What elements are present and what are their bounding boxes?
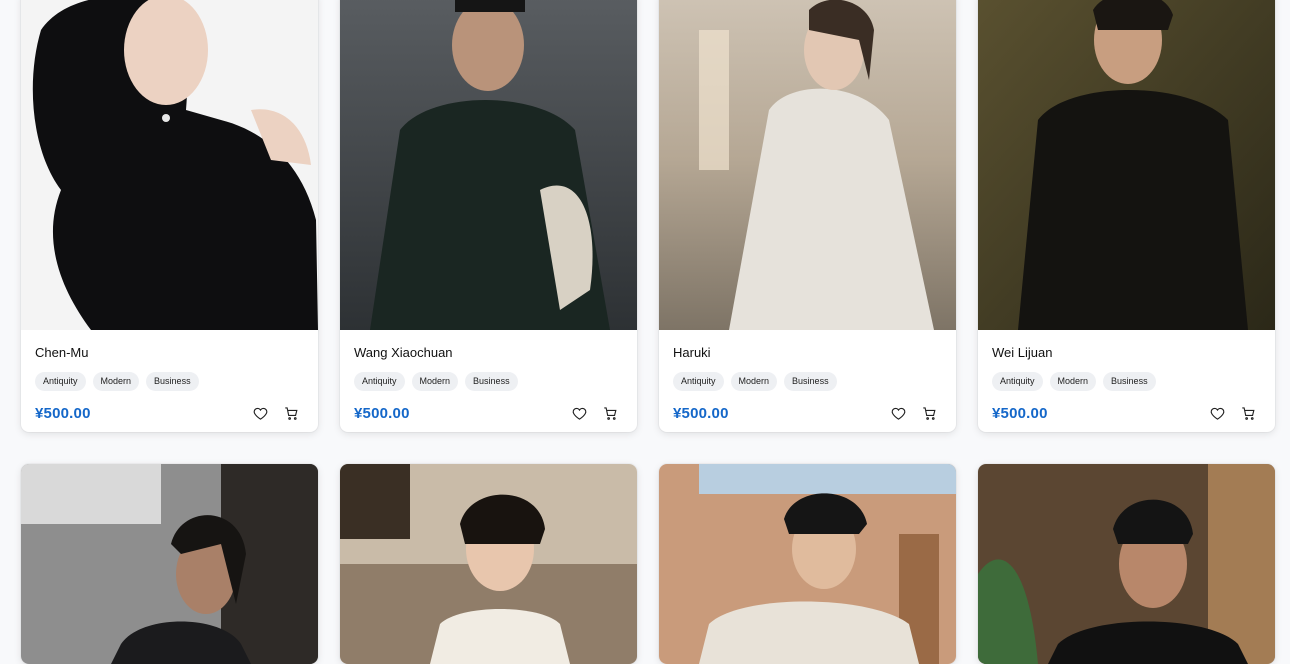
tag-list: Antiquity Modern Business [35, 372, 304, 391]
product-name[interactable]: Chen-Mu [35, 344, 304, 362]
tag[interactable]: Modern [730, 372, 778, 391]
tag[interactable]: Modern [1049, 372, 1097, 391]
product-price: ¥500.00 [673, 405, 729, 422]
product-photo[interactable] [659, 0, 956, 330]
tag-list: Antiquity Modern Business [354, 372, 623, 391]
product-card[interactable]: Haruki Antiquity Modern Business ¥500.00 [659, 0, 956, 432]
product-card[interactable]: Wei Lijuan Antiquity Modern Business ¥50… [978, 0, 1275, 432]
product-card[interactable] [21, 464, 318, 664]
tag[interactable]: Antiquity [354, 372, 405, 391]
tag[interactable]: Business [784, 372, 837, 391]
product-card[interactable]: Wang Xiaochuan Antiquity Modern Business… [340, 0, 637, 432]
tag[interactable]: Business [1103, 372, 1156, 391]
cart-icon[interactable] [602, 405, 619, 422]
product-price: ¥500.00 [354, 405, 410, 422]
product-photo[interactable] [978, 0, 1275, 330]
product-photo[interactable] [340, 464, 637, 664]
product-card[interactable] [659, 464, 956, 664]
product-photo[interactable] [978, 464, 1275, 664]
heart-icon[interactable] [571, 405, 588, 422]
heart-icon[interactable] [890, 405, 907, 422]
product-photo[interactable] [21, 0, 318, 330]
tag[interactable]: Antiquity [35, 372, 86, 391]
product-name[interactable]: Wei Lijuan [992, 344, 1261, 362]
product-name[interactable]: Wang Xiaochuan [354, 344, 623, 362]
product-photo[interactable] [340, 0, 637, 330]
cart-icon[interactable] [1240, 405, 1257, 422]
product-card[interactable] [978, 464, 1275, 664]
heart-icon[interactable] [252, 405, 269, 422]
tag[interactable]: Business [465, 372, 518, 391]
product-photo[interactable] [21, 464, 318, 664]
product-price: ¥500.00 [992, 405, 1048, 422]
tag[interactable]: Modern [411, 372, 459, 391]
product-name[interactable]: Haruki [673, 344, 942, 362]
product-grid: Chen-Mu Antiquity Modern Business ¥500.0… [21, 0, 1275, 432]
tag[interactable]: Antiquity [992, 372, 1043, 391]
product-card[interactable]: Chen-Mu Antiquity Modern Business ¥500.0… [21, 0, 318, 432]
cart-icon[interactable] [921, 405, 938, 422]
tag-list: Antiquity Modern Business [992, 372, 1261, 391]
product-photo[interactable] [659, 464, 956, 664]
product-grid-row-2 [21, 464, 1275, 664]
heart-icon[interactable] [1209, 405, 1226, 422]
tag[interactable]: Modern [92, 372, 140, 391]
product-card[interactable] [340, 464, 637, 664]
product-price: ¥500.00 [35, 405, 91, 422]
tag[interactable]: Business [146, 372, 199, 391]
tag[interactable]: Antiquity [673, 372, 724, 391]
cart-icon[interactable] [283, 405, 300, 422]
tag-list: Antiquity Modern Business [673, 372, 942, 391]
